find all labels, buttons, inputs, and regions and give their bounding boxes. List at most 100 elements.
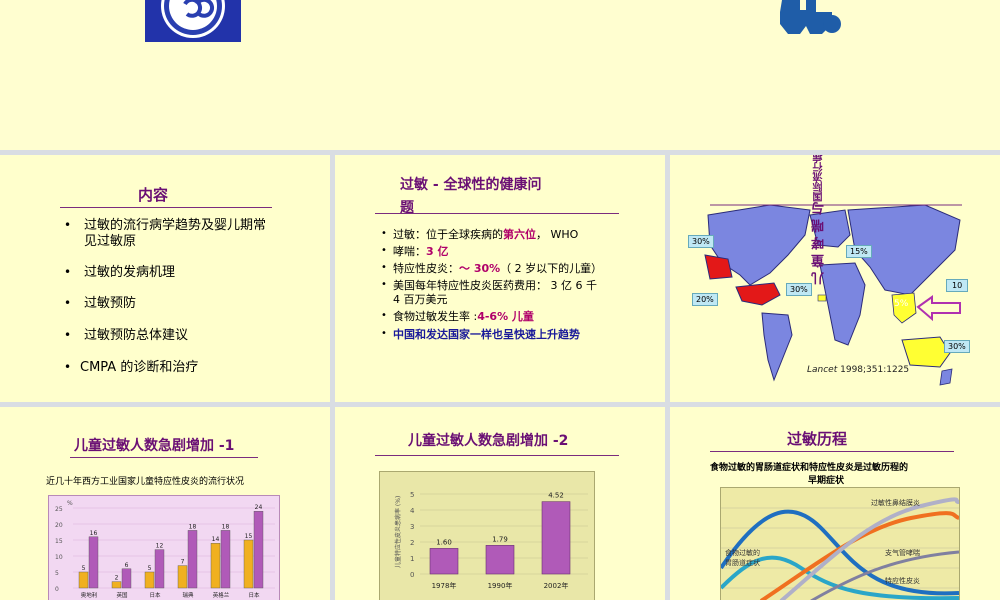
bullet: • xyxy=(64,296,72,310)
map-label: 30% xyxy=(786,283,812,296)
x-tick-label: 日本 xyxy=(149,591,161,599)
y-tick-label: 15 xyxy=(55,538,63,545)
y-tick-label: 5 xyxy=(410,491,414,499)
y-tick-label: 0 xyxy=(410,571,414,579)
y-tick-label: 10 xyxy=(55,554,63,561)
slide-title: 儿童过敏人数急剧增加 -1 xyxy=(74,438,235,454)
citation: Lancet 1998;351:1225 xyxy=(807,365,910,375)
y-tick-label: 3 xyxy=(410,523,414,531)
bullet: • xyxy=(64,328,72,342)
map-label: 15% xyxy=(846,245,872,258)
chart-subtitle: 食物过敏的胃肠道症状和特应性皮炎是过敏历程的 xyxy=(710,463,909,473)
data-label: 24 xyxy=(255,504,263,511)
data-label: 6 xyxy=(125,562,129,569)
data-label: 4.52 xyxy=(548,492,564,500)
map-label: 30% xyxy=(944,340,970,353)
bar xyxy=(121,568,132,589)
data-label: 5 xyxy=(148,565,152,572)
bullet: • xyxy=(64,218,72,232)
bullet: • xyxy=(64,360,72,374)
slide-allergy-increase-2: 儿童过敏人数急剧增加 -2 5 4 3 2 1 0 儿童特应性皮炎患病率 (%) 1.60 19… xyxy=(335,407,665,600)
y-tick-label: 4 xyxy=(410,507,415,515)
data-label: 14 xyxy=(212,536,220,543)
x-tick-label: 英格兰 xyxy=(213,591,230,599)
bullet-text: 中国和发达国家一样也呈快速上升趋势 xyxy=(393,328,580,341)
slide-title: 过敏 - 全球性的健康问 xyxy=(400,177,542,193)
bar xyxy=(485,545,515,575)
bullet-text-cont: 4 百万美元 xyxy=(393,293,448,306)
chart-subtitle-line2: 早期症状 xyxy=(808,476,845,486)
slide-title: 过敏历程 xyxy=(787,430,848,448)
y-tick-label: 2 xyxy=(410,539,414,547)
bullet: • xyxy=(64,265,72,279)
slide-allergy-increase-1: 儿童过敏人数急剧增加 -1 近几十年西方工业国家儿童特应性皮炎的流行状况 25 2… xyxy=(0,407,330,600)
x-tick-label: 英国 xyxy=(116,591,128,599)
bar xyxy=(88,536,99,589)
bar xyxy=(187,530,198,589)
bullet: • xyxy=(381,279,387,290)
curve-label: 支气管哮喘 xyxy=(885,549,920,557)
chart-1-svg: 2520151050%516奥地利26英国512日本718瑞典1418英格兰15… xyxy=(55,500,275,599)
slide-world-map: 儿 童 哮 喘 与国际流行病学 30% 15% 20% 30% 10 5% 30… xyxy=(670,155,1000,402)
chart-subtitle: 近几十年西方工业国家儿童特应性皮炎的流行状况 xyxy=(46,477,245,487)
bar-chart-1: 25 20 15 10 5 0% 5 16 奥地利 2 6 英国 5 12 日本 7 18 瑞典 14 18 英格兰 15… xyxy=(48,495,280,600)
map-label: 10 xyxy=(946,279,969,292)
bar xyxy=(243,539,254,589)
bar xyxy=(144,571,155,589)
y-tick-label: 5 xyxy=(55,570,59,577)
bar xyxy=(220,530,231,589)
curve-label: 胃肠道症状 xyxy=(725,559,760,567)
bullet-text: 食物过敏发生率 :4-6% 儿童 xyxy=(393,310,534,323)
bullet-text: 过敏：位于全球疾病的第六位， WHO xyxy=(393,228,579,241)
x-tick-label: 2002年 xyxy=(544,581,569,590)
bullet: • xyxy=(381,310,387,321)
bullet: • xyxy=(381,245,387,256)
list-item: 过敏的流行病学趋势及婴儿期常见过敏原 xyxy=(84,218,267,249)
bar xyxy=(111,581,122,589)
bar xyxy=(253,510,264,589)
school-logo xyxy=(145,0,241,42)
top-banner xyxy=(0,0,1000,150)
bar xyxy=(78,571,89,589)
bullet-text: 哮喘：3 亿 xyxy=(393,245,449,258)
data-label: 7 xyxy=(181,559,185,566)
curve-label: 过敏性鼻结膜炎 xyxy=(871,499,920,507)
x-tick-label: 瑞典 xyxy=(182,591,194,599)
curve-label: 特应性皮炎 xyxy=(885,577,920,585)
map-label: 30% xyxy=(688,235,714,248)
data-label: 18 xyxy=(222,523,230,530)
title-rule xyxy=(375,455,619,456)
bullet: • xyxy=(381,262,387,273)
x-tick-label: 日本 xyxy=(248,591,260,599)
vertical-title: 儿 童 哮 喘 与国际流行病学 xyxy=(812,155,827,285)
allergic-march-diagram: 过敏性鼻结膜炎 食物过敏的 胃肠道症状 支气管哮喘 特应性皮炎 xyxy=(720,487,960,600)
list-item: 过敏预防总体建议 xyxy=(84,328,189,343)
list-item: 过敏预防 xyxy=(84,296,137,311)
data-label: 16 xyxy=(90,530,98,537)
chart-2-svg: 5 4 3 2 1 0 儿童特应性皮炎患病率 (%) 1.60 1978年 1.79 1990年 4.… xyxy=(394,491,588,590)
bar xyxy=(154,549,165,589)
list-item: 过敏的发病机理 xyxy=(84,265,176,280)
slide-title: 儿童过敏人数急剧增加 -2 xyxy=(408,433,569,449)
map-label: 20% xyxy=(692,293,718,306)
y-tick-label: 0 xyxy=(55,586,59,593)
slide-allergic-march: 过敏历程 食物过敏的胃肠道症状和特应性皮炎是过敏历程的 早期症状 过敏性鼻结膜炎… xyxy=(670,407,1000,600)
title-rule xyxy=(710,451,954,452)
bar xyxy=(210,543,221,589)
y-tick-label: 25 xyxy=(55,506,63,513)
data-label: 18 xyxy=(189,523,197,530)
bullet: • xyxy=(381,228,387,239)
map-label: 5% xyxy=(894,299,909,309)
slide-global-health: 过敏 - 全球性的健康问 题 • 过敏：位于全球疾病的第六位， WHO • 哮喘… xyxy=(335,155,665,402)
y-axis-label: 儿童特应性皮炎患病率 (%) xyxy=(394,496,402,568)
data-label: 1.60 xyxy=(436,538,452,546)
brand-logo xyxy=(770,0,850,36)
y-tick-label: 20 xyxy=(55,522,63,529)
data-label: 12 xyxy=(156,543,164,550)
allergic-march-curves xyxy=(721,497,959,600)
y-tick-label: 1 xyxy=(410,555,414,563)
bullet-text: 特应性皮炎：～ 30%（ 2 岁以下的儿童） xyxy=(393,262,603,275)
slide-contents: 内容 • 过敏的流行病学趋势及婴儿期常见过敏原 • 过敏的发病机理 • 过敏预防… xyxy=(0,155,330,402)
bullet: • xyxy=(381,328,387,339)
bar-chart-2: 5 4 3 2 1 0 儿童特应性皮炎患病率 (%) 1.60 1978年 1.79 1990年 4.… xyxy=(379,471,595,600)
